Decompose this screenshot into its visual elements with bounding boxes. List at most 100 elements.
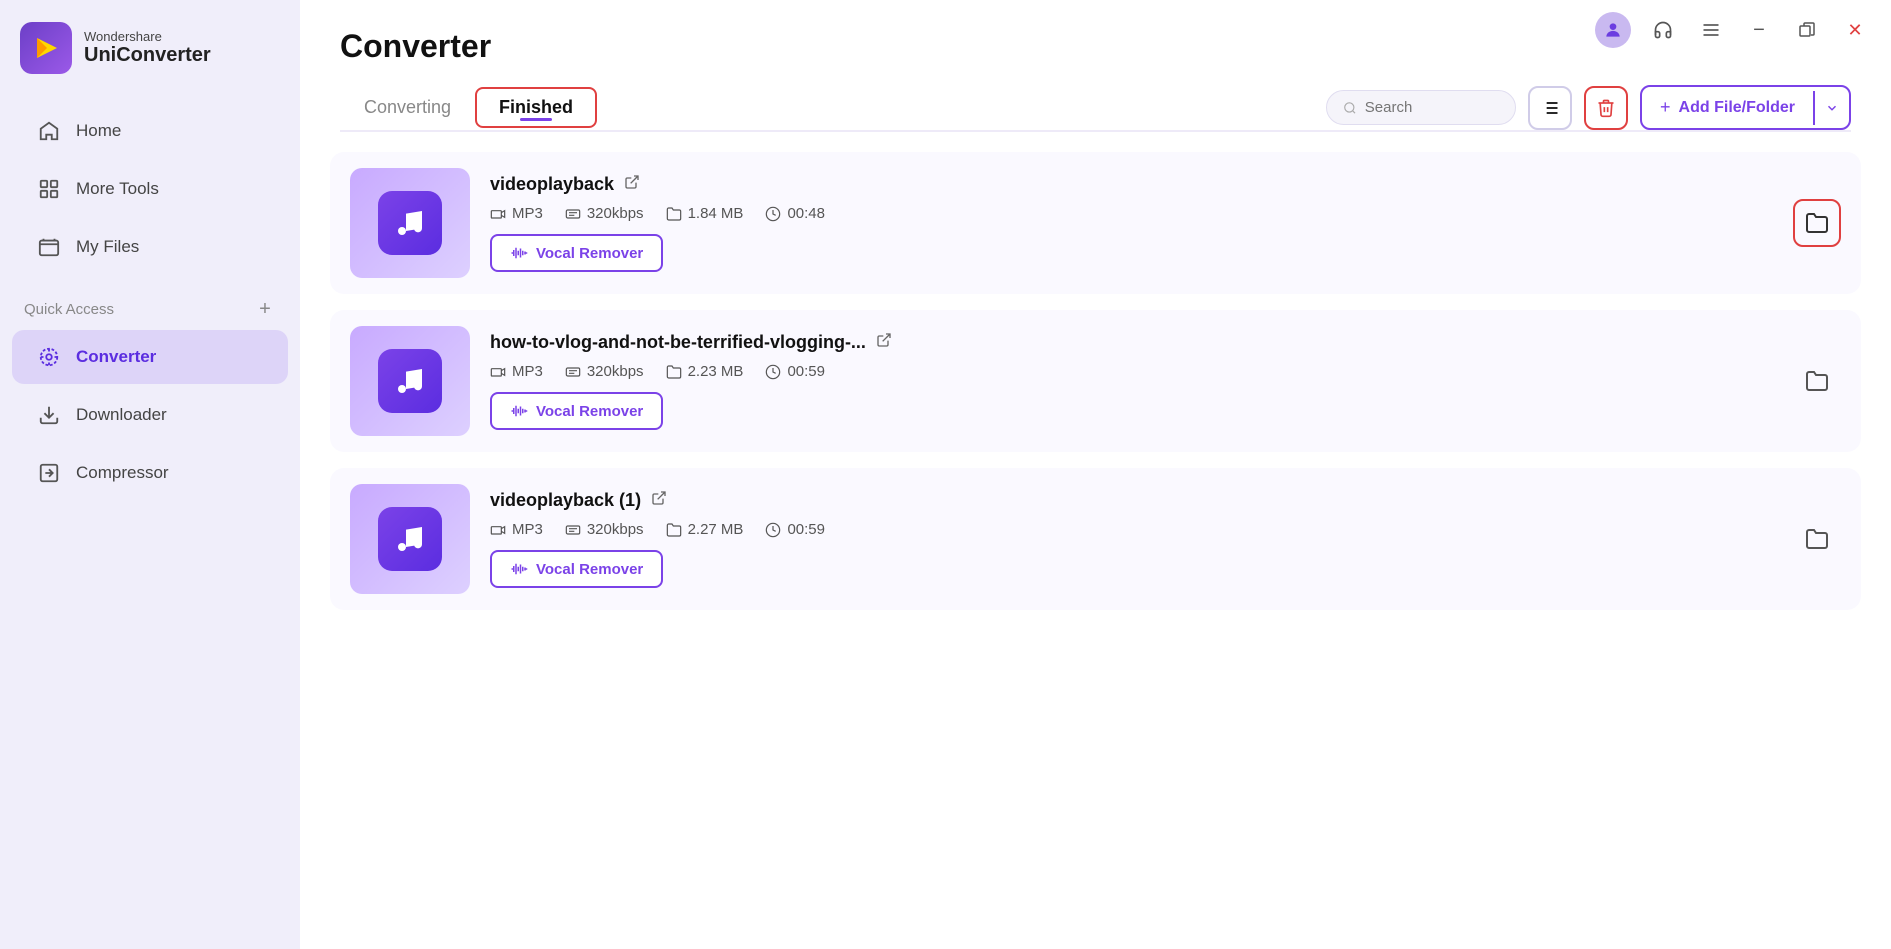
compressor-icon: [36, 460, 62, 486]
search-icon: [1343, 100, 1357, 116]
clock-icon-0: [765, 206, 781, 222]
sidebar-item-home[interactable]: Home: [12, 104, 288, 158]
sidebar-item-converter[interactable]: Converter: [12, 330, 288, 384]
vocal-remover-button-2[interactable]: Vocal Remover: [490, 550, 663, 588]
sidebar: Wondershare UniConverter Home More Tools: [0, 0, 300, 949]
folder-icon-0: [666, 206, 682, 222]
tab-finished[interactable]: Finished: [475, 87, 597, 128]
logo-area: Wondershare UniConverter: [0, 0, 300, 102]
bitrate-icon-0: [565, 206, 581, 222]
sidebar-item-more-tools-label: More Tools: [76, 179, 159, 199]
file-thumbnail-2: [350, 484, 470, 594]
clock-icon-2: [765, 522, 781, 538]
sidebar-item-home-label: Home: [76, 121, 121, 141]
file-format-1: MP3: [490, 363, 543, 380]
file-size-0: 1.84 MB: [666, 205, 744, 222]
sidebar-item-my-files-label: My Files: [76, 237, 139, 257]
waveform-icon-1: [510, 402, 528, 420]
file-name-row-2: videoplayback (1): [490, 490, 1841, 511]
file-bitrate-1: 320kbps: [565, 363, 644, 380]
search-input[interactable]: [1365, 99, 1499, 116]
file-format-2: MP3: [490, 521, 543, 538]
search-box[interactable]: [1326, 90, 1516, 125]
profile-button[interactable]: [1595, 12, 1631, 48]
quick-access-header: Quick Access +: [0, 284, 300, 328]
video-icon-0: [490, 206, 506, 222]
file-size-2: 2.27 MB: [666, 521, 744, 538]
logo-text: Wondershare UniConverter: [84, 29, 211, 67]
tabs: Converting Finished: [340, 87, 597, 128]
trash-icon: [1596, 98, 1616, 118]
file-meta-2: MP3 320kbps 2.27 MB 00:59: [490, 521, 1841, 538]
my-files-icon: [36, 234, 62, 260]
music-icon-2: [378, 507, 442, 571]
home-icon: [36, 118, 62, 144]
file-duration-1: 00:59: [765, 363, 825, 380]
file-name-2: videoplayback (1): [490, 490, 641, 511]
restore-button[interactable]: [1791, 14, 1823, 46]
file-bitrate-0: 320kbps: [565, 205, 644, 222]
minimize-button[interactable]: −: [1743, 14, 1775, 46]
sidebar-item-compressor-label: Compressor: [76, 463, 169, 483]
more-tools-icon: [36, 176, 62, 202]
open-file-icon-0[interactable]: [624, 174, 640, 195]
quick-access-add-button[interactable]: +: [254, 298, 276, 320]
waveform-icon-0: [510, 244, 528, 262]
vocal-remover-button-0[interactable]: Vocal Remover: [490, 234, 663, 272]
waveform-icon-2: [510, 560, 528, 578]
file-name-1: how-to-vlog-and-not-be-terrified-vloggin…: [490, 332, 866, 353]
open-folder-button-0[interactable]: [1793, 199, 1841, 247]
file-thumbnail-0: [350, 168, 470, 278]
vocal-remover-button-1[interactable]: Vocal Remover: [490, 392, 663, 430]
table-row: videoplayback MP3: [330, 152, 1861, 294]
file-info-2: videoplayback (1) MP3: [490, 490, 1841, 588]
add-file-label: Add File/Folder: [1679, 99, 1795, 117]
open-file-icon-1[interactable]: [876, 332, 892, 353]
open-file-icon-2[interactable]: [651, 490, 667, 511]
file-name-row-1: how-to-vlog-and-not-be-terrified-vloggin…: [490, 332, 1841, 353]
app-logo-icon: [20, 22, 72, 74]
open-folder-button-2[interactable]: [1793, 515, 1841, 563]
sidebar-item-downloader[interactable]: Downloader: [12, 388, 288, 442]
delete-button[interactable]: [1584, 86, 1628, 130]
sidebar-item-downloader-label: Downloader: [76, 405, 167, 425]
main-content: − ✕ Converter Converting Finished: [300, 0, 1891, 949]
list-view-button[interactable]: [1528, 86, 1572, 130]
clock-icon-1: [765, 364, 781, 380]
sidebar-item-compressor[interactable]: Compressor: [12, 446, 288, 500]
brand-bottom: UniConverter: [84, 44, 211, 67]
sidebar-item-converter-label: Converter: [76, 347, 156, 367]
bitrate-icon-1: [565, 364, 581, 380]
video-icon-2: [490, 522, 506, 538]
menu-button[interactable]: [1695, 14, 1727, 46]
file-thumbnail-1: [350, 326, 470, 436]
file-duration-0: 00:48: [765, 205, 825, 222]
converter-icon: [36, 344, 62, 370]
add-file-folder-button[interactable]: + Add File/Folder: [1640, 85, 1851, 130]
close-button[interactable]: ✕: [1839, 14, 1871, 46]
file-duration-2: 00:59: [765, 521, 825, 538]
file-name-0: videoplayback: [490, 174, 614, 195]
file-list: videoplayback MP3: [300, 132, 1891, 949]
tabs-and-actions: Converting Finished: [340, 85, 1851, 130]
file-size-1: 2.23 MB: [666, 363, 744, 380]
file-meta-0: MP3 320kbps 1.84 MB 00:48: [490, 205, 1841, 222]
actions: + Add File/Folder: [1326, 85, 1851, 130]
folder-size-icon-1: [666, 364, 682, 380]
list-icon: [1540, 98, 1560, 118]
tab-converting[interactable]: Converting: [340, 87, 475, 128]
table-row: how-to-vlog-and-not-be-terrified-vloggin…: [330, 310, 1861, 452]
add-file-main[interactable]: + Add File/Folder: [1642, 87, 1813, 128]
bitrate-icon-2: [565, 522, 581, 538]
file-info-0: videoplayback MP3: [490, 174, 1841, 272]
file-info-1: how-to-vlog-and-not-be-terrified-vloggin…: [490, 332, 1841, 430]
file-meta-1: MP3 320kbps 2.23 MB 00:59: [490, 363, 1841, 380]
table-row: videoplayback (1) MP3: [330, 468, 1861, 610]
sidebar-item-my-files[interactable]: My Files: [12, 220, 288, 274]
brand-top: Wondershare: [84, 29, 211, 44]
add-file-dropdown-button[interactable]: [1813, 91, 1849, 125]
sidebar-item-more-tools[interactable]: More Tools: [12, 162, 288, 216]
music-icon-0: [378, 191, 442, 255]
open-folder-button-1[interactable]: [1793, 357, 1841, 405]
headset-button[interactable]: [1647, 14, 1679, 46]
